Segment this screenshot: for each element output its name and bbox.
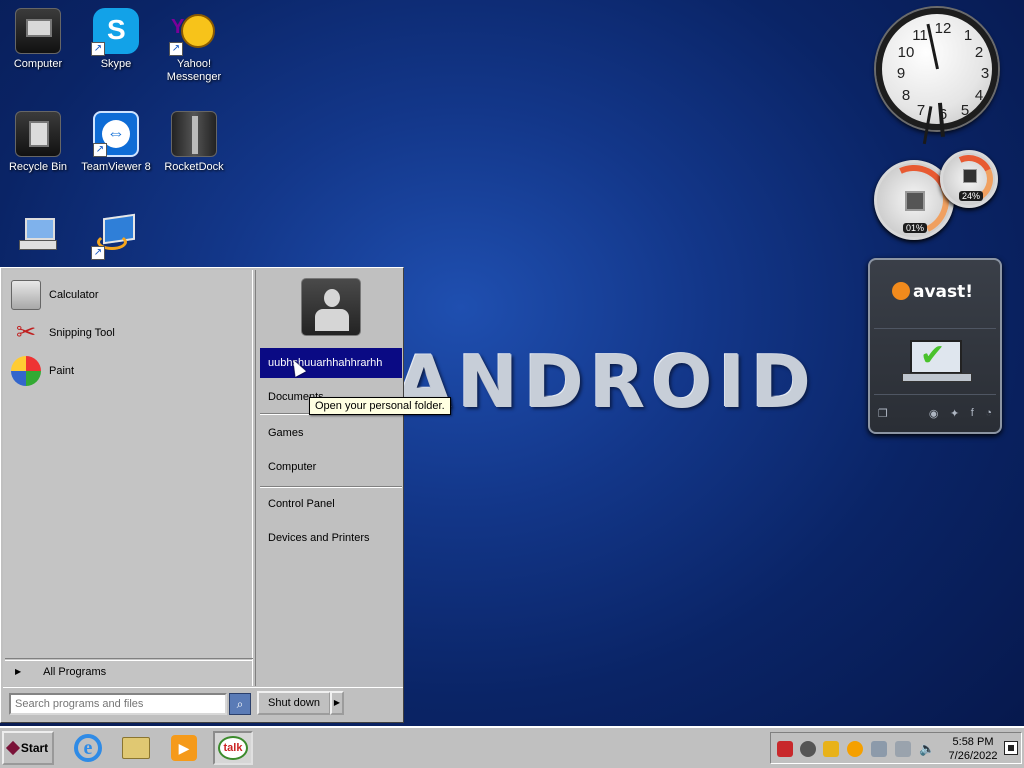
- desktop-icon-yahoo-messenger[interactable]: Y ↗ Yahoo! Messenger: [153, 8, 235, 84]
- chat-bubble-icon[interactable]: [800, 741, 816, 757]
- cpu-chip-icon: [905, 191, 925, 211]
- calculator-icon: [11, 280, 41, 310]
- recycle-bin-icon: [15, 111, 61, 157]
- start-flag-icon: [5, 740, 20, 756]
- avast-logo: avast!: [892, 282, 973, 302]
- remote-desktop-icon: ↗: [91, 212, 139, 260]
- clock-time: 5:58 PM: [952, 736, 994, 748]
- shutdown-options-arrow-icon[interactable]: ▶: [330, 691, 344, 715]
- computer-item[interactable]: Computer: [260, 454, 402, 480]
- shutdown-button[interactable]: Shut down: [257, 691, 331, 715]
- control-panel-item[interactable]: Control Panel: [260, 491, 402, 517]
- rss-icon[interactable]: ◔: [985, 407, 992, 420]
- search-input[interactable]: [9, 693, 227, 715]
- games-item[interactable]: Games: [260, 420, 402, 446]
- start-menu-places-pane: uubhshuuarhhahhrarhh Documents Games Com…: [255, 270, 403, 686]
- taskbar-media-player[interactable]: ▶: [164, 731, 204, 765]
- search-icon[interactable]: ⌕: [229, 693, 251, 715]
- show-desktop-icon[interactable]: [1004, 741, 1018, 755]
- memory-icon: [963, 169, 977, 183]
- start-menu-bottom-bar: ⌕ Shut down ▶: [3, 687, 403, 721]
- desktop: ANDROID Computer S ↗ Skype Y ↗ Yahoo! Me…: [0, 0, 1024, 726]
- all-programs-button[interactable]: ▶ All Programs: [5, 658, 253, 684]
- folder-icon: [122, 737, 150, 759]
- program-snipping-tool[interactable]: ✂ Snipping Tool: [11, 316, 115, 350]
- twitter-icon[interactable]: ✦: [950, 407, 959, 420]
- check-icon: ✔: [920, 339, 946, 372]
- clock-gadget[interactable]: 12 1 2 3 4 5 6 7 8 9 10 11: [876, 8, 998, 145]
- desktop-icon-network-tool[interactable]: [0, 212, 79, 262]
- yahoo-messenger-icon: Y ↗: [169, 8, 217, 56]
- program-calculator[interactable]: Calculator: [11, 278, 99, 312]
- arrow-right-icon: ▶: [15, 667, 22, 676]
- volume-icon[interactable]: 🔈: [919, 741, 935, 757]
- user-picture[interactable]: [301, 278, 361, 336]
- teamviewer-icon: ⇔ ↗: [93, 111, 139, 157]
- skype-icon: S ↗: [91, 8, 139, 56]
- taskbar-google-talk[interactable]: talk: [213, 731, 253, 765]
- update-icon[interactable]: [847, 741, 863, 757]
- desktop-icon-recycle-bin[interactable]: Recycle Bin: [0, 111, 79, 174]
- avast-shield-icon[interactable]: [777, 741, 793, 757]
- desktop-icon-teamviewer[interactable]: ⇔ ↗ TeamViewer 8: [75, 111, 157, 174]
- desktop-icon-computer[interactable]: Computer: [0, 8, 79, 71]
- network-icon[interactable]: [895, 741, 911, 757]
- network-computer-icon: [15, 212, 61, 258]
- devices-and-printers-item[interactable]: Devices and Printers: [260, 525, 402, 551]
- desktop-icon-remote-tool[interactable]: ↗: [75, 212, 157, 262]
- system-tray: 🔈 5:58 PM 7/26/2022: [770, 732, 1022, 764]
- google-talk-icon: talk: [218, 736, 248, 760]
- android-wordmark: ANDROID: [396, 340, 817, 424]
- scissors-icon: ✂: [15, 319, 37, 346]
- action-center-icon[interactable]: [871, 741, 887, 757]
- cpu-meter-gadget[interactable]: 01% 24%: [869, 148, 1004, 245]
- taskbar-file-explorer[interactable]: [116, 731, 156, 765]
- window-icon[interactable]: ❐: [878, 407, 888, 420]
- paint-palette-icon: [11, 356, 41, 386]
- start-button[interactable]: Start: [2, 731, 54, 765]
- network-devices-icon[interactable]: [823, 741, 839, 757]
- internet-explorer-icon: e: [74, 734, 102, 762]
- avast-gadget[interactable]: avast! ✔ ❐ ◉ ✦ f ◔: [868, 258, 1002, 434]
- taskbar-clock[interactable]: 5:58 PM 7/26/2022: [943, 735, 1003, 763]
- computer-icon: [15, 8, 61, 54]
- clock-date: 7/26/2022: [948, 750, 998, 762]
- ram-gauge: 24%: [938, 148, 1000, 210]
- taskbar-internet-explorer[interactable]: e: [68, 731, 108, 765]
- start-menu: Calculator ✂ Snipping Tool Paint ▶ All P…: [0, 267, 404, 723]
- user-folder-item[interactable]: uubhshuuarhhahhrarhh: [260, 348, 402, 378]
- program-paint[interactable]: Paint: [11, 354, 74, 388]
- desktop-icon-rocketdock[interactable]: RocketDock: [153, 111, 235, 174]
- desktop-icon-skype[interactable]: S ↗ Skype: [75, 8, 157, 71]
- media-player-icon: ▶: [171, 735, 197, 761]
- refresh-icon[interactable]: ◉: [929, 407, 939, 420]
- tooltip: Open your personal folder.: [309, 397, 451, 415]
- taskbar: Start e ▶ talk 🔈 5:58 PM 7/26/2022: [0, 726, 1024, 768]
- facebook-icon[interactable]: f: [971, 407, 974, 420]
- start-menu-programs-pane: Calculator ✂ Snipping Tool Paint ▶ All P…: [3, 270, 253, 686]
- rocketdock-icon: [171, 111, 217, 157]
